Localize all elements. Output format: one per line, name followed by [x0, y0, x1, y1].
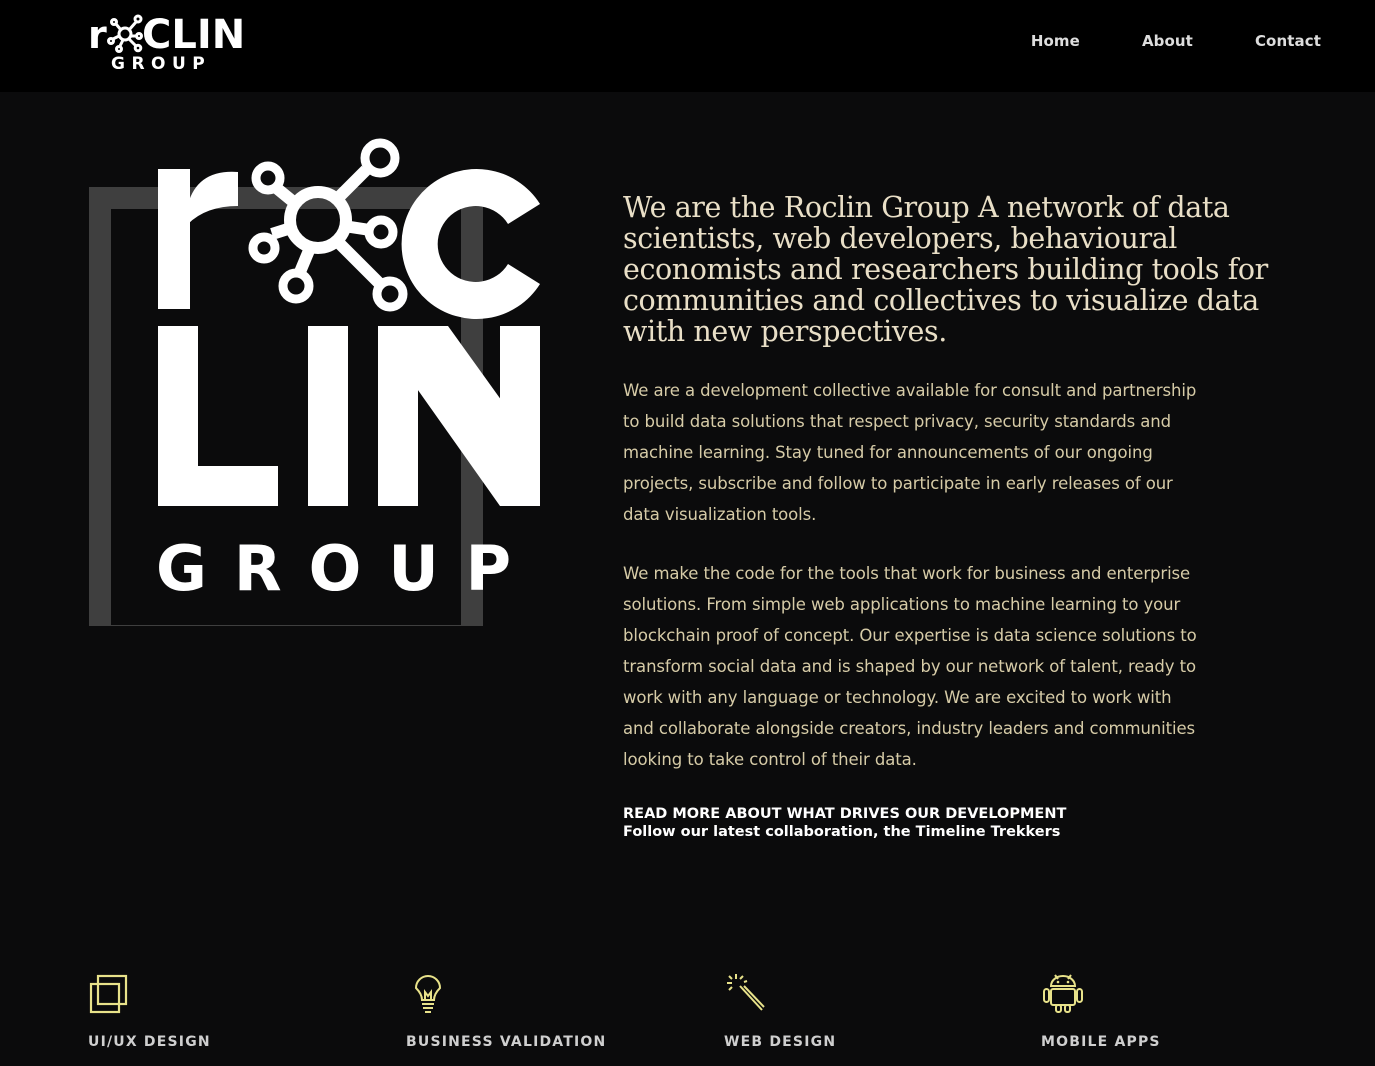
- svg-text:CLIN: CLIN: [142, 12, 245, 58]
- site-header: r CLIN GROUP Home About Contact: [0, 0, 1375, 92]
- services-row: UI/UX DESIGN BUSINESS VALIDATION WEB DES…: [0, 970, 1375, 1066]
- main-content: GROUP We are the Roclin Group A network …: [0, 92, 1375, 1066]
- service-label: MOBILE APPS: [1041, 1034, 1161, 1050]
- service-label: BUSINESS VALIDATION: [406, 1034, 607, 1050]
- lightbulb-icon: [414, 975, 442, 1013]
- layers-icon: [89, 974, 128, 1014]
- service-mobile: MOBILE APPS: [1041, 970, 1161, 1050]
- svg-text:r: r: [88, 13, 107, 57]
- service-business: BUSINESS VALIDATION: [406, 970, 606, 1050]
- roclin-logo[interactable]: r CLIN GROUP: [88, 12, 253, 74]
- nav-about[interactable]: About: [1142, 32, 1193, 50]
- android-icon: [1043, 974, 1083, 1013]
- about-section: We are the Roclin Group A network of dat…: [623, 192, 1303, 841]
- svg-text:GROUP: GROUP: [156, 532, 538, 605]
- expertise-paragraph: We make the code for the tools that work…: [623, 564, 1197, 769]
- intro-paragraph: We are a development collective availabl…: [623, 381, 1197, 524]
- cta-links: READ MORE ABOUT WHAT DRIVES OUR DEVELOPM…: [623, 805, 1303, 841]
- intro-headline: We are the Roclin Group A network of dat…: [623, 191, 1268, 348]
- main-nav: Home About Contact: [1031, 32, 1321, 50]
- service-label: WEB DESIGN: [724, 1034, 837, 1050]
- magic-wand-icon: [727, 974, 765, 1011]
- service-web: WEB DESIGN: [724, 970, 836, 1050]
- hero-roclin-logo: GROUP: [89, 138, 540, 626]
- nav-home[interactable]: Home: [1031, 32, 1080, 50]
- service-uiux: UI/UX DESIGN: [88, 970, 211, 1050]
- service-label: UI/UX DESIGN: [88, 1034, 211, 1050]
- svg-text:GROUP: GROUP: [111, 54, 211, 74]
- timeline-trekkers-link[interactable]: Follow our latest collaboration, the Tim…: [623, 823, 1303, 841]
- nav-contact[interactable]: Contact: [1255, 32, 1321, 50]
- read-more-link[interactable]: READ MORE ABOUT WHAT DRIVES OUR DEVELOPM…: [623, 805, 1303, 823]
